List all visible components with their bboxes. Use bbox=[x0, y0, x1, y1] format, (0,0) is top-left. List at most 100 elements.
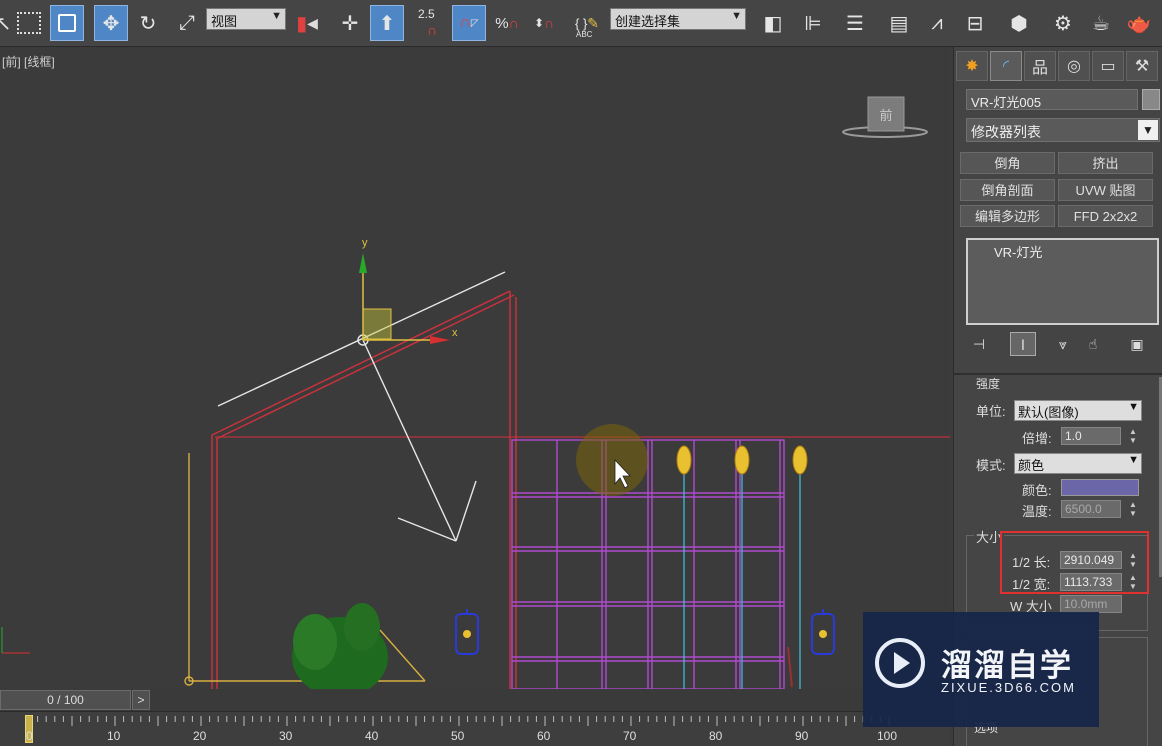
w-size-spinner[interactable]: 10.0mm bbox=[1060, 595, 1122, 613]
modifier-stack[interactable]: VR-灯光 bbox=[966, 238, 1159, 325]
percent-snap-icon[interactable]: % ∩ bbox=[490, 5, 524, 41]
light-color-swatch[interactable] bbox=[1061, 479, 1139, 496]
multiplier-spinner[interactable]: 1.0 bbox=[1061, 427, 1121, 445]
viewcube-face-label: 前 bbox=[879, 108, 892, 124]
schematic-view-icon[interactable]: ⊟ bbox=[958, 5, 992, 41]
watermark-url: ZIXUE.3D66.COM bbox=[941, 680, 1076, 695]
render-frame-icon[interactable]: ☕ bbox=[1084, 5, 1118, 41]
mirror-icon[interactable]: ◧ bbox=[756, 5, 790, 41]
tick-label-30: 30 bbox=[279, 729, 293, 743]
watermark-title: 溜溜自学 bbox=[941, 648, 1073, 683]
move-gizmo[interactable]: y x bbox=[359, 237, 458, 344]
axis-x-label: x bbox=[452, 327, 458, 339]
modify-tab-icon[interactable]: ◜ bbox=[990, 51, 1022, 81]
temperature-spinner[interactable]: 6500.0 bbox=[1061, 500, 1121, 518]
tick-label-20: 20 bbox=[193, 729, 207, 743]
modifier-list-dropdown[interactable]: 修改器列表 ▼ bbox=[966, 118, 1160, 142]
wall-lanterns bbox=[455, 609, 835, 655]
scale-icon[interactable]: ⤢ bbox=[170, 5, 204, 41]
make-unique-icon[interactable]: ⩔ bbox=[1050, 332, 1076, 356]
temperature-spinner-arrows[interactable]: ▲ ▼ bbox=[1128, 500, 1138, 518]
stack-item-vray-light[interactable]: VR-灯光 bbox=[994, 242, 1042, 261]
layer-icon[interactable]: ☰ bbox=[838, 5, 872, 41]
color-label: 颜色: bbox=[1022, 483, 1052, 498]
multiplier-spinner-arrows[interactable]: ▲ ▼ bbox=[1128, 427, 1138, 445]
tick-label-10: 10 bbox=[107, 729, 121, 743]
viewcube[interactable]: 前 bbox=[842, 96, 928, 138]
tick-label-70: 70 bbox=[623, 729, 637, 743]
teapot-icon[interactable]: 🫖 bbox=[1122, 5, 1156, 41]
world-axis-tripod bbox=[1, 627, 30, 654]
modifier-button-edit-poly[interactable]: 编辑多边形 bbox=[960, 205, 1055, 227]
create-tab-icon[interactable]: ✸ bbox=[956, 51, 988, 81]
pin-stack-icon[interactable]: ⊣ bbox=[966, 332, 992, 356]
pendant-lamps bbox=[676, 445, 808, 689]
chevron-down-icon: ▼ bbox=[1128, 401, 1139, 413]
rect-select-icon[interactable] bbox=[12, 5, 46, 41]
vray-light-gizmo[interactable] bbox=[217, 271, 506, 542]
max-app-window: ↖ ✥ ↻ ⤢ 视图 ▼ ▮ ◀ ✛ ⬆ 2.5 ∩ ∩ ◸ % ∩ ⬍ ∩ { } ABC ✎… bbox=[0, 0, 1162, 746]
time-slider-thumb[interactable]: 0 / 100 bbox=[0, 690, 131, 710]
curve-editor-icon[interactable]: ⩘ bbox=[920, 5, 954, 41]
spinner-snap-icon[interactable]: ⬍ ∩ bbox=[527, 5, 561, 41]
utilities-tab-icon[interactable]: ⚒ bbox=[1126, 51, 1158, 81]
front-viewport[interactable]: [前] [线框] 前 y x bbox=[0, 47, 950, 689]
next-frame-button[interactable]: > bbox=[132, 690, 150, 710]
chevron-down-icon: ▼ bbox=[1128, 454, 1139, 466]
display-tab-icon[interactable]: ▭ bbox=[1092, 51, 1124, 81]
motion-tab-icon[interactable]: ◎ bbox=[1058, 51, 1090, 81]
mode-label: 模式: bbox=[976, 458, 1006, 473]
tick-label-40: 40 bbox=[365, 729, 379, 743]
align-icon[interactable]: ⊫ bbox=[796, 5, 830, 41]
remove-modifier-icon[interactable]: ☝ bbox=[1080, 332, 1106, 356]
named-selection-set-combo[interactable]: 创建选择集 ▼ bbox=[610, 8, 746, 30]
watermark-overlay: 溜溜自学 ZIXUE.3D66.COM bbox=[863, 612, 1099, 727]
plant-model bbox=[292, 603, 388, 689]
render-setup-icon[interactable]: ⚙ bbox=[1046, 5, 1080, 41]
hierarchy-tab-icon[interactable]: 品 bbox=[1024, 51, 1056, 81]
window-crossing-icon[interactable] bbox=[50, 5, 84, 41]
manipulate-icon[interactable]: ✛ bbox=[333, 5, 367, 41]
modifier-button-bevel-profile[interactable]: 倒角剖面 bbox=[960, 179, 1055, 201]
tick-label-50: 50 bbox=[451, 729, 465, 743]
size-highlight-annotation bbox=[1000, 531, 1149, 594]
tick-label-60: 60 bbox=[537, 729, 551, 743]
move-icon[interactable]: ✥ bbox=[94, 5, 128, 41]
window-grid bbox=[511, 439, 785, 689]
reference-coord-combo[interactable]: 视图 ▼ bbox=[206, 8, 286, 30]
play-logo-icon bbox=[875, 638, 925, 688]
modifier-button-chamfer[interactable]: 倒角 bbox=[960, 152, 1055, 174]
configure-sets-icon[interactable]: ▣ bbox=[1124, 332, 1150, 356]
edit-named-sets-icon[interactable]: { } ABC ✎ bbox=[570, 5, 604, 41]
modifier-button-ffd[interactable]: FFD 2x2x2 bbox=[1058, 205, 1153, 227]
modifier-button-extrude[interactable]: 挤出 bbox=[1058, 152, 1153, 174]
tick-label-80: 80 bbox=[709, 729, 723, 743]
cursor-highlight bbox=[576, 424, 648, 496]
small-object bbox=[787, 646, 793, 688]
scene-explorer-icon[interactable]: ▤ bbox=[882, 5, 916, 41]
main-toolbar: ↖ ✥ ↻ ⤢ 视图 ▼ ▮ ◀ ✛ ⬆ 2.5 ∩ ∩ ◸ % ∩ ⬍ ∩ { } ABC ✎… bbox=[0, 0, 1162, 47]
temperature-label: 温度: bbox=[1022, 504, 1052, 519]
snap-toggle-icon[interactable]: 2.5 ∩ bbox=[415, 5, 449, 41]
unit-label: 单位: bbox=[976, 404, 1006, 419]
axis-y-label: y bbox=[362, 237, 368, 249]
tick-label-90: 90 bbox=[795, 729, 809, 743]
multiplier-label: 倍增: bbox=[1022, 431, 1052, 446]
rotate-icon[interactable]: ↻ bbox=[131, 5, 165, 41]
keyboard-shortcut-icon[interactable]: ⬆ bbox=[370, 5, 404, 41]
show-end-result-icon[interactable]: Ⅰ bbox=[1010, 332, 1036, 356]
material-editor-icon[interactable]: ⬢ bbox=[1002, 5, 1036, 41]
mode-dropdown[interactable]: 颜色 ▼ bbox=[1014, 453, 1142, 474]
modifier-button-uvw-map[interactable]: UVW 贴图 bbox=[1058, 179, 1153, 201]
pivot-center-icon[interactable]: ▮ ◀ bbox=[290, 5, 324, 41]
time-slider[interactable]: 0 / 100 > bbox=[0, 689, 950, 711]
tick-label-0: 0 bbox=[26, 729, 33, 743]
track-bar[interactable]: 0 10 20 30 40 50 60 70 80 90 100 bbox=[0, 711, 950, 746]
object-color-swatch[interactable] bbox=[1142, 89, 1160, 110]
scene-wireframe[interactable]: 前 y x bbox=[0, 47, 950, 689]
unit-dropdown[interactable]: 默认(图像) ▼ bbox=[1014, 400, 1142, 421]
intensity-group-title: 强度 bbox=[976, 377, 1001, 391]
angle-snap-icon[interactable]: ∩ ◸ bbox=[452, 5, 486, 41]
object-name-field[interactable]: VR-灯光005 bbox=[966, 89, 1138, 110]
command-panel-tabs: ✸ ◜ 品 ◎ ▭ ⚒ bbox=[954, 51, 1162, 83]
